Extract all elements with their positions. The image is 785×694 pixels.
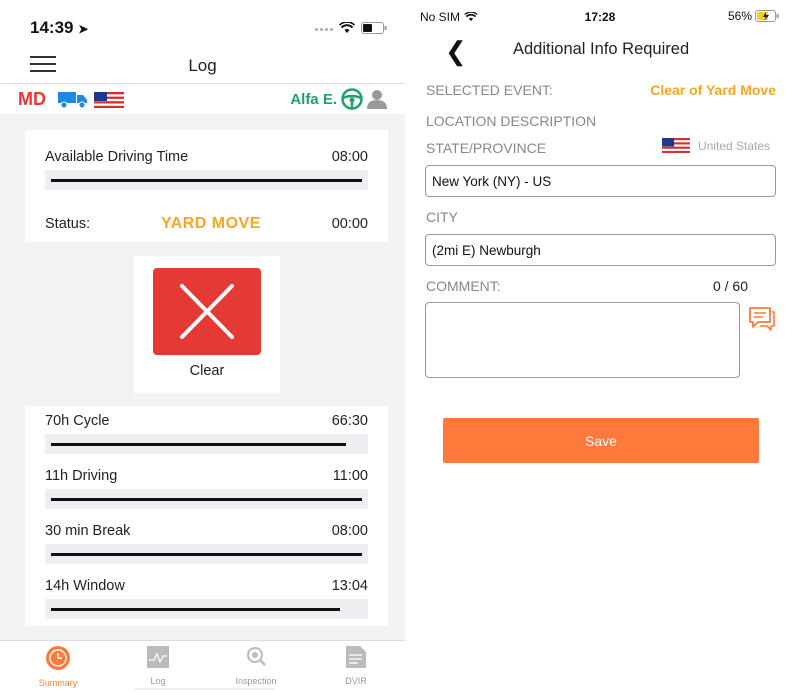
log-screen: 14:39 ➤ Log MD Alfa E. Available Driving… <box>0 0 405 694</box>
user-icon <box>367 90 387 109</box>
tab-label: DVIR <box>345 676 367 686</box>
selected-event-value: Clear of Yard Move <box>650 82 776 98</box>
clear-card: Clear <box>134 256 280 393</box>
us-flag-icon <box>661 138 690 153</box>
signal-icon <box>315 28 333 31</box>
clock-bar-fill <box>51 608 341 611</box>
available-driving-label: Available Driving Time <box>45 149 189 165</box>
clock-value: 66:30 <box>331 413 368 429</box>
clock-label: 14h Window <box>45 578 125 594</box>
hos-clocks-card: 70h Cycle 66:30 11h Driving 11:00 30 min… <box>25 406 388 626</box>
comment-field[interactable] <box>425 302 740 378</box>
clock-row: 30 min Break 08:00 <box>45 523 368 539</box>
driving-status-card: Available Driving Time 08:00 Status: YAR… <box>25 130 388 242</box>
close-icon <box>180 284 234 339</box>
chat-bubble-icon[interactable] <box>748 306 776 332</box>
app-header: ❮ Additional Info Required <box>405 30 785 70</box>
status-value: YARD MOVE <box>160 215 261 232</box>
status-time-value: 00:00 <box>331 216 368 232</box>
graph-icon <box>147 646 169 668</box>
back-chevron-icon[interactable]: ❮ <box>445 36 467 67</box>
magnifier-icon <box>247 647 266 666</box>
country-selector[interactable]: United States <box>661 138 770 153</box>
clock-label: 30 min Break <box>45 523 131 539</box>
wifi-icon <box>339 22 355 33</box>
md-badge: MD <box>18 89 46 109</box>
state-province-field[interactable] <box>425 165 776 197</box>
status-label: Status: <box>45 216 91 232</box>
app-header: Log <box>0 44 405 84</box>
clock-row: 11h Driving 11:00 <box>45 468 368 484</box>
clock-bar <box>45 489 368 509</box>
clock-label: 70h Cycle <box>45 413 110 429</box>
clock-value: 08:00 <box>331 523 368 539</box>
page-title: Additional Info Required <box>513 40 690 58</box>
tab-label: Log <box>150 676 166 686</box>
battery-status: 56% <box>728 9 779 23</box>
location-description-label: LOCATION DESCRIPTION <box>426 113 597 129</box>
document-icon <box>346 646 366 668</box>
clock-bar <box>45 599 368 619</box>
clock-bar-fill <box>51 443 347 446</box>
clock-value: 13:04 <box>331 578 368 594</box>
clock-bar <box>45 434 368 454</box>
selected-event-label: SELECTED EVENT: <box>426 82 553 98</box>
tab-dvir[interactable]: DVIR <box>316 645 396 686</box>
available-driving-bar <box>45 170 368 190</box>
driver-name: Alfa E. <box>290 90 337 108</box>
us-flag-icon[interactable] <box>94 92 124 108</box>
city-field[interactable] <box>425 234 776 266</box>
home-indicator <box>135 688 275 690</box>
indicator-bar: MD Alfa E. <box>0 84 405 114</box>
tab-label: Summary <box>38 678 78 688</box>
clear-label: Clear <box>189 363 225 379</box>
truck-icon[interactable] <box>58 90 88 108</box>
battery-icon <box>361 22 387 34</box>
country-name: United States <box>697 138 770 153</box>
summary-content: Available Driving Time 08:00 Status: YAR… <box>0 114 405 640</box>
status-bar: 14:39 ➤ <box>0 0 405 44</box>
page-title: Log <box>188 56 217 75</box>
driver-indicator[interactable]: Alfa E. <box>290 88 387 110</box>
tab-inspection[interactable]: Inspection <box>216 645 296 686</box>
available-driving-row: Available Driving Time 08:00 <box>45 149 368 165</box>
clock-bar-fill <box>51 553 362 556</box>
status-time: 14:39 ➤ <box>30 18 89 37</box>
state-province-label: STATE/PROVINCE <box>426 140 547 156</box>
available-driving-value: 08:00 <box>331 149 368 165</box>
battery-charging-icon <box>755 10 779 22</box>
clock-icon <box>46 646 70 670</box>
comment-counter: 0 / 60 <box>712 278 748 294</box>
location-arrow-icon: ➤ <box>78 22 89 36</box>
city-label: CITY <box>426 209 458 225</box>
tab-bar: Summary Log Inspection DVIR <box>0 640 405 694</box>
clock-bar <box>45 544 368 564</box>
clock-row: 14h Window 13:04 <box>45 578 368 594</box>
additional-info-screen: No SIM 17:28 56% ❮ Additional Info Requi… <box>405 0 785 694</box>
clock-row: 70h Cycle 66:30 <box>45 413 368 429</box>
available-driving-bar-fill <box>51 179 362 182</box>
battery-percent: 56% <box>727 9 752 23</box>
clock-label: 11h Driving <box>45 468 118 484</box>
clock-bar-fill <box>51 498 362 501</box>
steering-wheel-icon <box>341 88 363 110</box>
status-bar: No SIM 17:28 56% <box>405 0 785 26</box>
comment-label: COMMENT: <box>426 278 501 294</box>
tab-log[interactable]: Log <box>118 645 198 686</box>
clear-button[interactable] <box>153 268 261 355</box>
tab-summary[interactable]: Summary <box>18 645 98 688</box>
tab-label: Inspection <box>235 676 277 686</box>
save-button[interactable]: Save <box>443 418 759 463</box>
system-icons <box>315 22 387 34</box>
clock-value: 11:00 <box>332 468 368 484</box>
status-row: Status: YARD MOVE 00:00 <box>45 215 368 233</box>
